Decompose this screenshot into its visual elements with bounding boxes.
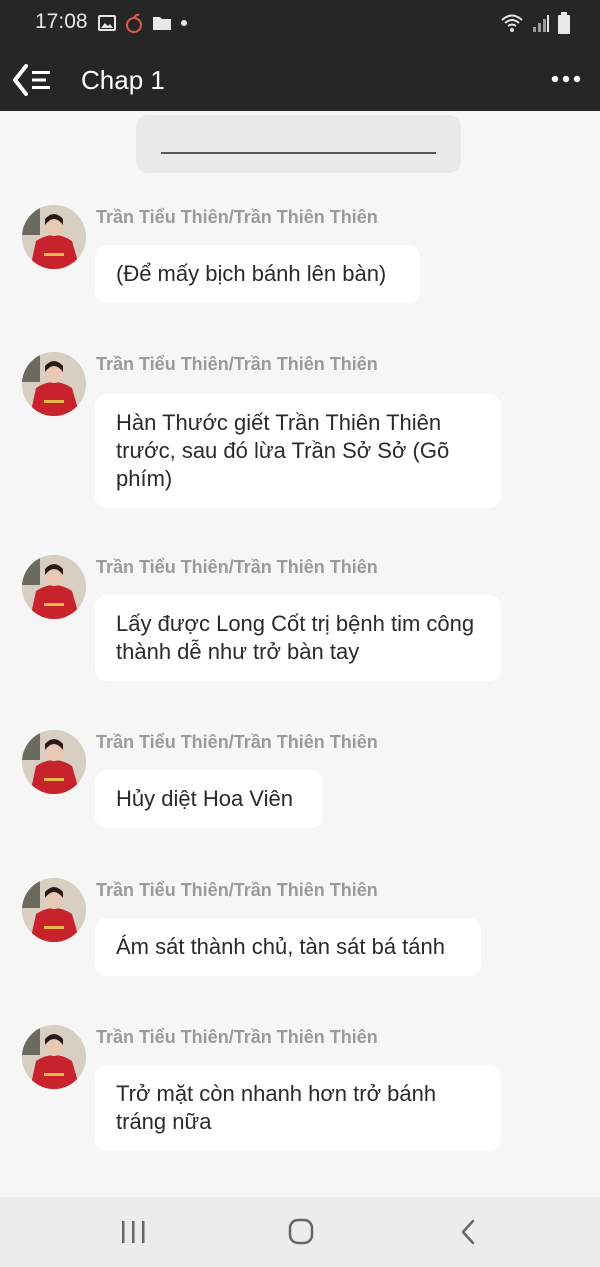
sender-name: Trần Tiểu Thiên/Trần Thiên Thiên	[96, 880, 378, 900]
sender-name: Trần Tiểu Thiên/Trần Thiên Thiên	[96, 354, 378, 374]
avatar-image	[22, 352, 86, 416]
home-icon[interactable]	[281, 1217, 321, 1247]
recent-apps-icon[interactable]	[113, 1217, 153, 1247]
back-icon[interactable]	[449, 1217, 489, 1247]
status-bar: 17:08	[0, 0, 600, 48]
sender-name: Trần Tiểu Thiên/Trần Thiên Thiên	[96, 557, 378, 577]
message-bubble: Lấy được Long Cốt trị bệnh tim công thàn…	[95, 595, 501, 681]
sender-name: Trần Tiểu Thiên/Trần Thiên Thiên	[96, 207, 378, 227]
wifi-icon	[501, 14, 523, 32]
more-dots-icon[interactable]	[550, 64, 582, 94]
sender-name: Trần Tiểu Thiên/Trần Thiên Thiên	[96, 1027, 378, 1047]
avatar[interactable]	[22, 555, 86, 619]
app-header: Chap 1	[0, 48, 600, 111]
message-bubble: (Để mấy bịch bánh lên bàn)	[95, 245, 420, 303]
divider-line	[161, 152, 436, 154]
message-bubble: Trở mặt còn nhanh hơn trở bánh tráng nữa	[95, 1065, 501, 1151]
status-icons-left	[98, 13, 188, 33]
avatar[interactable]	[22, 205, 86, 269]
chapter-header-box	[136, 115, 461, 173]
image-icon	[98, 15, 116, 31]
message-bubble: Hàn Thước giết Trần Thiên Thiên trước, s…	[95, 394, 501, 508]
battery-icon	[558, 12, 570, 34]
folder-icon	[153, 17, 171, 30]
sender-name: Trần Tiểu Thiên/Trần Thiên Thiên	[96, 732, 378, 752]
message-bubble: Hủy diệt Hoa Viên	[95, 770, 323, 828]
avatar[interactable]	[22, 878, 86, 942]
avatar-image	[22, 878, 86, 942]
avatar[interactable]	[22, 730, 86, 794]
avatar-image	[22, 1025, 86, 1089]
apple-icon	[126, 13, 142, 33]
chat-content[interactable]: Trần Tiểu Thiên/Trần Thiên Thiên (Để mấy…	[0, 111, 600, 1197]
signal-icon	[533, 15, 549, 32]
status-icons-right	[500, 12, 570, 34]
page-title: Chap 1	[81, 65, 165, 95]
avatar[interactable]	[22, 352, 86, 416]
message-bubble: Ám sát thành chủ, tàn sát bá tánh	[95, 918, 481, 976]
avatar-image	[22, 555, 86, 619]
back-list-icon[interactable]	[12, 60, 56, 100]
system-nav-bar	[0, 1197, 600, 1267]
avatar[interactable]	[22, 1025, 86, 1089]
avatar-image	[22, 730, 86, 794]
status-time: 17:08	[35, 10, 88, 33]
dot-icon	[181, 20, 187, 26]
avatar-image	[22, 205, 86, 269]
